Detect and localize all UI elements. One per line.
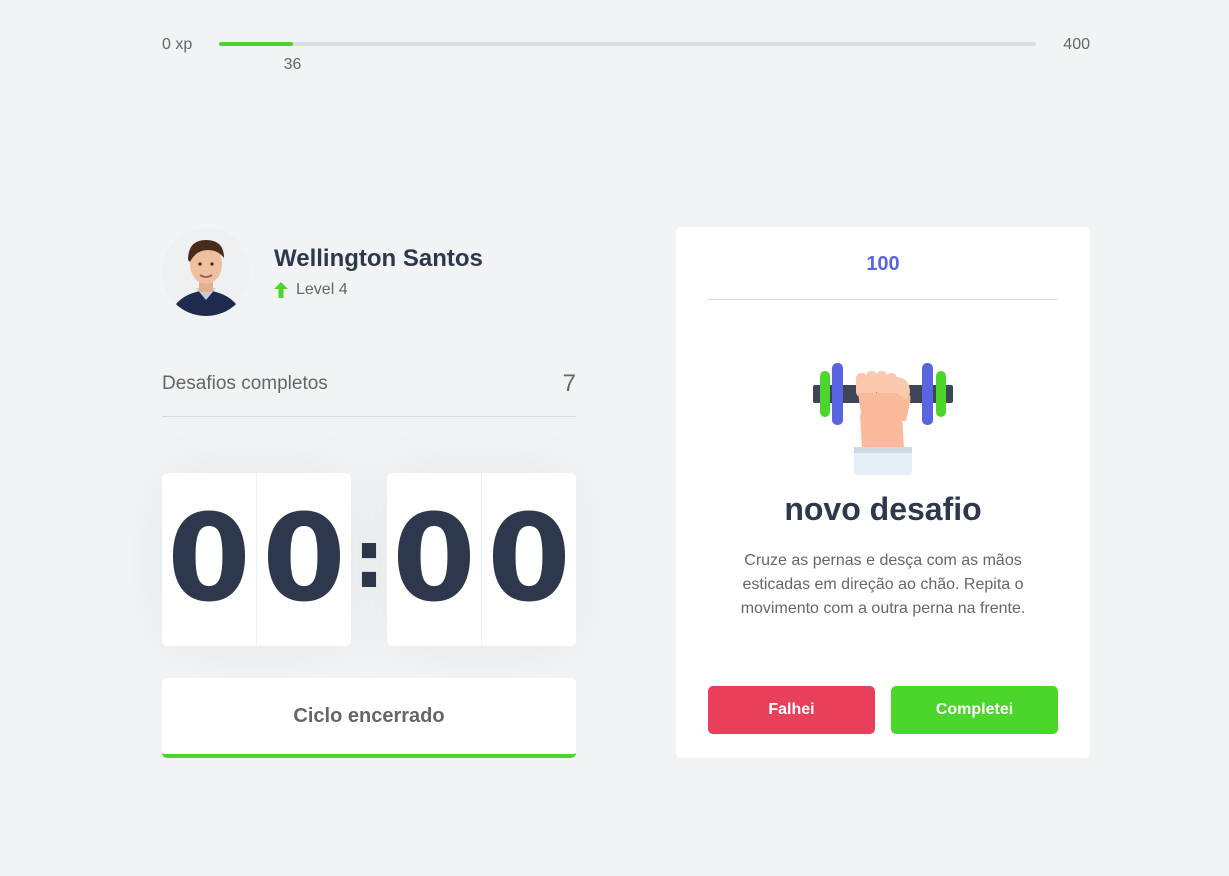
countdown-seconds: 0 0 bbox=[387, 473, 576, 646]
xp-min-label: 0 xp bbox=[162, 36, 193, 53]
challenge-description: Cruze as pernas e desça com as mãos esti… bbox=[740, 552, 1026, 617]
minute-digit-left: 0 bbox=[167, 490, 251, 629]
xp-current-value: 36 bbox=[283, 56, 302, 73]
second-digit-right: 0 bbox=[481, 473, 576, 646]
xp-max-label: 400 bbox=[1063, 36, 1090, 53]
level-up-arrow-icon bbox=[274, 282, 288, 298]
challenge-card: 100 novo desafio Cruze as pernas e desça… bbox=[676, 227, 1090, 758]
cycle-finished-button[interactable]: Ciclo encerrado bbox=[162, 678, 576, 758]
avatar-portrait-icon bbox=[162, 228, 250, 316]
completed-challenges-count: 7 bbox=[562, 370, 576, 397]
profile-level: Level 4 bbox=[274, 281, 483, 299]
completed-challenges: Desafios completos 7 bbox=[162, 360, 576, 417]
countdown-timer: 0 0 : 0 0 bbox=[162, 473, 576, 646]
profile-info: Wellington Santos Level 4 bbox=[274, 245, 483, 299]
countdown-minutes: 0 0 bbox=[162, 473, 351, 646]
xp-progress-fill bbox=[219, 42, 293, 46]
countdown-separator: : bbox=[353, 513, 385, 606]
challenge-actions: Falhei Completei bbox=[708, 686, 1058, 734]
challenge-completed-button[interactable]: Completei bbox=[891, 686, 1058, 734]
completed-challenges-label: Desafios completos bbox=[162, 373, 328, 394]
challenge-illustration bbox=[812, 363, 954, 479]
challenge-failed-button[interactable]: Falhei bbox=[708, 686, 875, 734]
dumbbell-hand-icon bbox=[813, 363, 953, 475]
profile-level-label: Level 4 bbox=[296, 281, 348, 298]
profile-name: Wellington Santos bbox=[274, 245, 483, 272]
avatar bbox=[162, 228, 250, 316]
challenge-title: novo desafio bbox=[784, 491, 982, 527]
experience-bar: 0 xp 36 400 bbox=[162, 34, 1090, 74]
second-digit-left: 0 bbox=[392, 490, 476, 629]
challenge-xp-amount: 100 bbox=[708, 227, 1058, 300]
minute-digit-right: 0 bbox=[256, 473, 351, 646]
xp-track bbox=[219, 42, 1036, 46]
profile: Wellington Santos Level 4 bbox=[162, 228, 483, 316]
